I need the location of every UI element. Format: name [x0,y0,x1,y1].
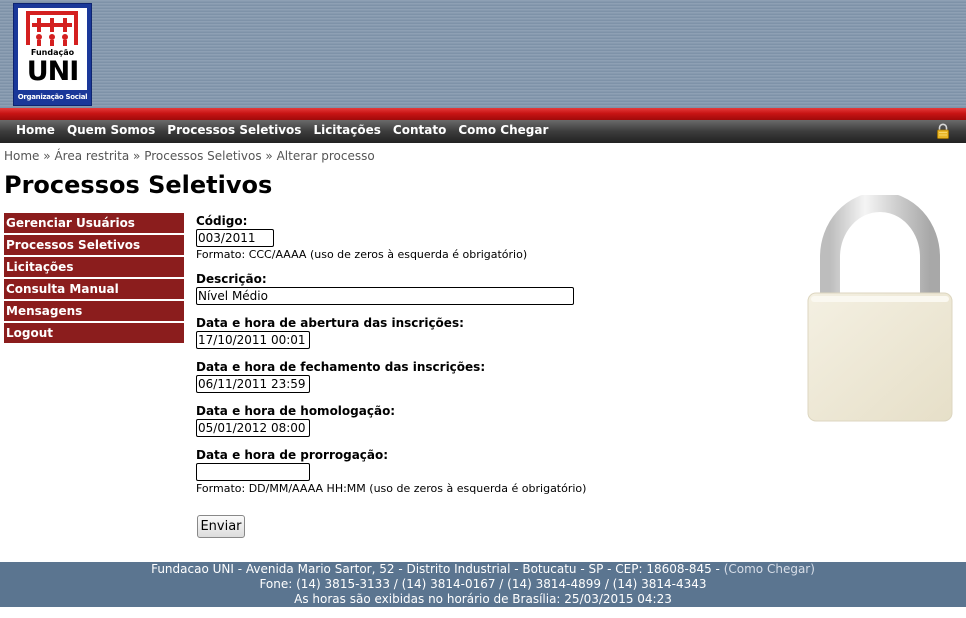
prorrogacao-label: Data e hora de prorrogação: [196,448,389,462]
site-footer: Fundacao UNI - Avenida Mario Sartor, 52 … [0,562,966,607]
breadcrumb: Home » Área restrita » Processos Seletiv… [4,149,375,163]
logo-symbol-icon [26,11,78,46]
breadcrumb-home[interactable]: Home [4,149,39,163]
footer-como-chegar-link[interactable]: (Como Chegar) [724,562,815,576]
process-form: Código: 003/2011 Formato: CCC/AAAA (uso … [196,214,616,496]
fechamento-input[interactable]: 06/11/2011 23:59 [196,375,310,393]
nav-quem-somos[interactable]: Quem Somos [61,120,161,143]
sidebar-menu: Gerenciar Usuários Processos Seletivos L… [4,213,184,345]
page-title: Processos Seletivos [4,171,273,199]
padlock-illustration-icon [807,195,953,422]
breadcrumb-separator: » [43,149,51,163]
sidebar-item-processos-seletivos[interactable]: Processos Seletivos [4,235,184,255]
homologacao-input[interactable]: 05/01/2012 08:00 [196,419,310,437]
enviar-button[interactable]: Enviar [197,515,245,538]
codigo-format-hint: Formato: CCC/AAAA (uso de zeros à esquer… [196,248,528,261]
sidebar-item-logout[interactable]: Logout [4,323,184,343]
abertura-label: Data e hora de abertura das inscrições: [196,316,464,330]
nav-licitacoes[interactable]: Licitações [307,120,386,143]
sidebar-item-gerenciar-usuarios[interactable]: Gerenciar Usuários [4,213,184,233]
nav-home[interactable]: Home [10,120,61,143]
logo-panel: Fundação UNI Organização Social [14,8,91,105]
lock-icon[interactable] [935,123,951,139]
breadcrumb-separator: » [133,149,141,163]
logo-sub-text: Organização Social [14,90,91,105]
breadcrumb-area-restrita[interactable]: Área restrita [54,149,129,163]
footer-phones: Fone: (14) 3815-3133 / (14) 3814-0167 / … [259,577,707,591]
nav-processos-seletivos[interactable]: Processos Seletivos [161,120,307,143]
site-header: Fundação UNI Organização Social [0,0,966,108]
logo-main-text: UNI [26,56,80,87]
sidebar-item-licitacoes[interactable]: Licitações [4,257,184,277]
prorrogacao-format-hint: Formato: DD/MM/AAAA HH:MM (uso de zeros … [196,482,587,495]
prorrogacao-input[interactable] [196,463,310,481]
sidebar-item-consulta-manual[interactable]: Consulta Manual [4,279,184,299]
nav-contato[interactable]: Contato [387,120,452,143]
breadcrumb-current: Alterar processo [276,149,375,163]
homologacao-label: Data e hora de homologação: [196,404,396,418]
codigo-label: Código: [196,214,248,228]
footer-address-line: Fundacao UNI - Avenida Mario Sartor, 52 … [0,562,966,577]
descricao-input[interactable]: Nível Médio [196,287,574,305]
codigo-input[interactable]: 003/2011 [196,229,274,247]
breadcrumb-separator: » [265,149,273,163]
abertura-input[interactable]: 17/10/2011 00:01 [196,331,310,349]
breadcrumb-processos-seletivos[interactable]: Processos Seletivos [144,149,261,163]
main-nav: Home Quem Somos Processos Seletivos Lici… [0,120,966,143]
header-red-bar [0,108,966,120]
descricao-label: Descrição: [196,272,267,286]
nav-como-chegar[interactable]: Como Chegar [452,120,554,143]
sidebar-item-mensagens[interactable]: Mensagens [4,301,184,321]
footer-timezone-note: As horas são exibidas no horário de Bras… [294,592,672,606]
fechamento-label: Data e hora de fechamento das inscrições… [196,360,486,374]
footer-address: Fundacao UNI - Avenida Mario Sartor, 52 … [151,562,720,576]
fundacao-uni-logo[interactable]: Fundação UNI Organização Social [13,3,92,106]
